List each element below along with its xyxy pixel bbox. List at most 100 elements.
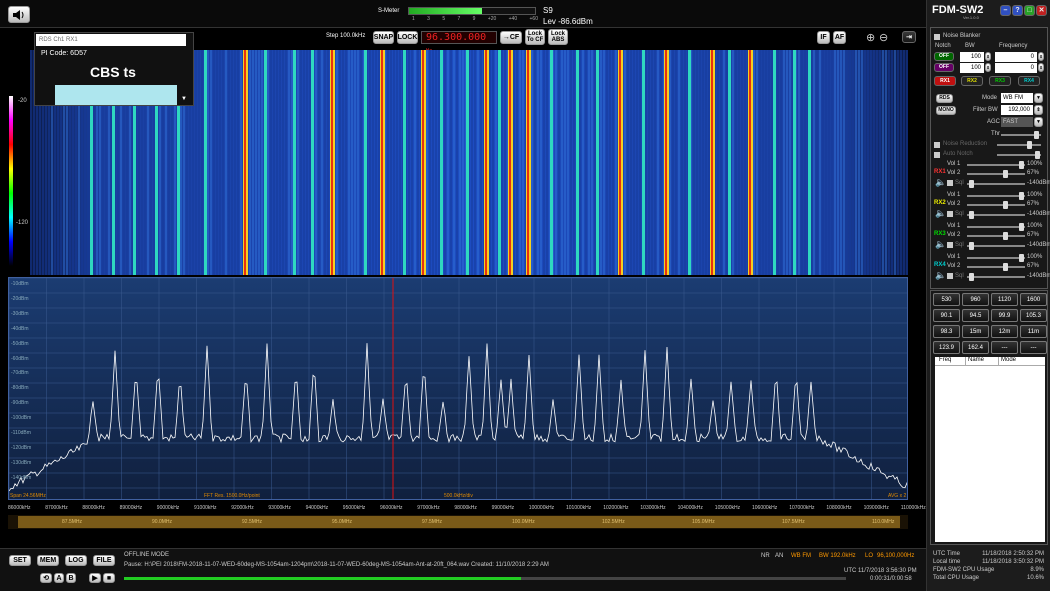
waterfall-noise bbox=[456, 50, 458, 275]
memory-button[interactable]: 98.3 bbox=[933, 325, 960, 338]
rx-vol-slider[interactable] bbox=[967, 170, 1025, 178]
memory-button[interactable]: 15m bbox=[962, 325, 989, 338]
speaker-button[interactable] bbox=[8, 6, 30, 23]
notch-bw-stepper[interactable]: ⇕ bbox=[985, 52, 991, 61]
rx-vol-slider[interactable] bbox=[967, 232, 1025, 240]
if-button[interactable]: IF bbox=[817, 31, 830, 44]
memory-button[interactable]: 162.4 bbox=[962, 341, 989, 354]
memory-button[interactable]: 1600 bbox=[1020, 293, 1047, 306]
minimize-button[interactable]: – bbox=[1000, 5, 1011, 16]
mode-column[interactable]: Mode bbox=[998, 357, 1045, 365]
rx-sql-checkbox[interactable] bbox=[947, 242, 953, 248]
rx-vol-slider[interactable] bbox=[967, 161, 1025, 169]
spectrum-panel[interactable]: -10dBm -20dBm -30dBm -40dBm -50dBm -60dBm -70d… bbox=[8, 277, 908, 500]
mode-dropdown-icon[interactable]: ▼ bbox=[1034, 93, 1043, 103]
log-button[interactable]: LOG bbox=[65, 555, 87, 566]
auto-notch-checkbox[interactable] bbox=[934, 152, 940, 158]
rx-vol-slider[interactable] bbox=[967, 192, 1025, 200]
restore-button[interactable]: ? bbox=[1012, 5, 1023, 16]
lock-to-cf-button[interactable]: Lock To CF bbox=[525, 29, 545, 45]
rx2-button[interactable]: RX2 bbox=[961, 76, 983, 86]
af-button[interactable]: AF bbox=[833, 31, 846, 44]
rx-sql-slider[interactable] bbox=[967, 180, 1025, 188]
rx-mute-icon[interactable]: 🔈 bbox=[935, 208, 946, 219]
notch-freq-stepper[interactable]: ⇕ bbox=[1038, 63, 1044, 72]
rx-sql-slider[interactable] bbox=[967, 211, 1025, 219]
rx-vol-slider[interactable] bbox=[967, 201, 1025, 209]
agc-select[interactable]: FAST bbox=[1001, 117, 1033, 127]
snap-button[interactable]: SNAP bbox=[373, 31, 394, 44]
rx4-button[interactable]: RX4 bbox=[1018, 76, 1040, 86]
agc-dropdown-icon[interactable]: ▼ bbox=[1034, 117, 1043, 127]
rx-sql-slider[interactable] bbox=[967, 273, 1025, 281]
memory-button[interactable]: 11m bbox=[1020, 325, 1047, 338]
thr-slider[interactable] bbox=[1001, 131, 1041, 139]
memory-button[interactable]: --- bbox=[991, 341, 1018, 354]
memory-button[interactable]: 12m bbox=[991, 325, 1018, 338]
spectrum-info-bar: Span 24.56MHz FFT Res. 1500.0Hz/point 50… bbox=[8, 493, 908, 501]
rds-dropdown-icon[interactable]: ▼ bbox=[181, 96, 187, 102]
stop-button[interactable]: ■ bbox=[103, 573, 115, 583]
filter-bw-input[interactable]: 192,000 bbox=[1001, 105, 1033, 115]
zoom-out-icon[interactable]: ⊖ bbox=[879, 31, 888, 44]
name-column[interactable]: Name bbox=[965, 357, 998, 365]
notch-freq-input[interactable]: 0 bbox=[995, 63, 1037, 73]
set-button[interactable]: SET bbox=[9, 555, 31, 566]
waterfall-noise bbox=[345, 50, 347, 275]
memory-button[interactable]: 99.9 bbox=[991, 309, 1018, 322]
memory-button[interactable]: 90.1 bbox=[933, 309, 960, 322]
play-button[interactable]: ▶ bbox=[89, 573, 101, 583]
memory-button[interactable]: 530 bbox=[933, 293, 960, 306]
notch-toggle[interactable]: OFF bbox=[934, 63, 954, 72]
rx-vol-slider[interactable] bbox=[967, 223, 1025, 231]
maximize-button[interactable]: □ bbox=[1024, 5, 1035, 16]
notch-bw-stepper[interactable]: ⇕ bbox=[985, 63, 991, 72]
mono-button[interactable]: MONO bbox=[936, 106, 956, 115]
memory-table[interactable]: Freq Name Mode bbox=[935, 357, 1045, 542]
notch-freq-input[interactable]: 0 bbox=[995, 52, 1037, 62]
mem-button[interactable]: MEM bbox=[37, 555, 59, 566]
notch-freq-stepper[interactable]: ⇕ bbox=[1038, 52, 1044, 61]
noise-blanker-checkbox[interactable] bbox=[934, 34, 940, 40]
rx1-button[interactable]: RX1 bbox=[934, 76, 956, 86]
notch-bw-input[interactable]: 100 bbox=[960, 63, 984, 73]
rx-sql-checkbox[interactable] bbox=[947, 273, 953, 279]
rx3-button[interactable]: RX3 bbox=[989, 76, 1011, 86]
lock-abs-button[interactable]: Lock ABS bbox=[548, 29, 568, 45]
memory-button[interactable]: 960 bbox=[962, 293, 989, 306]
memory-button[interactable]: 105.3 bbox=[1020, 309, 1047, 322]
rx-mute-icon[interactable]: 🔈 bbox=[935, 270, 946, 281]
file-button[interactable]: FILE bbox=[93, 555, 115, 566]
memory-button[interactable]: 1120 bbox=[991, 293, 1018, 306]
zoom-in-icon[interactable]: ⊕ bbox=[866, 31, 875, 44]
a-button[interactable]: A bbox=[54, 573, 64, 583]
notch-bw-input[interactable]: 100 bbox=[960, 52, 984, 62]
mode-select[interactable]: WB FM bbox=[1001, 93, 1033, 103]
collapse-button[interactable]: ⇥ bbox=[902, 31, 916, 43]
cf-button[interactable]: → CF bbox=[500, 31, 522, 44]
rx-mute-icon[interactable]: 🔈 bbox=[935, 177, 946, 188]
rx-sql-slider[interactable] bbox=[967, 242, 1025, 250]
memory-button[interactable]: 123.9 bbox=[933, 341, 960, 354]
rx-sql-checkbox[interactable] bbox=[947, 211, 953, 217]
repeat-button[interactable]: ⟲ bbox=[40, 573, 52, 583]
lock-button[interactable]: LOCK bbox=[397, 31, 418, 44]
freq-column[interactable]: Freq bbox=[935, 357, 965, 365]
memory-button[interactable]: --- bbox=[1020, 341, 1047, 354]
memory-button[interactable]: 94.5 bbox=[962, 309, 989, 322]
rds-button[interactable]: RDS bbox=[936, 94, 953, 103]
rx-vol-slider[interactable] bbox=[967, 263, 1025, 271]
rx-mute-icon[interactable]: 🔈 bbox=[935, 239, 946, 250]
noise-reduction-checkbox[interactable] bbox=[934, 142, 940, 148]
b-button[interactable]: B bbox=[66, 573, 76, 583]
rx-vol-slider[interactable] bbox=[967, 254, 1025, 262]
auto-notch-slider[interactable] bbox=[997, 151, 1041, 159]
noise-reduction-slider[interactable] bbox=[997, 141, 1041, 149]
rx-sql-checkbox[interactable] bbox=[947, 180, 953, 186]
filter-bw-stepper[interactable]: ⇕ bbox=[1034, 105, 1043, 115]
notch-toggle[interactable]: OFF bbox=[934, 52, 954, 61]
playback-progress[interactable] bbox=[124, 577, 846, 580]
band-strip[interactable]: 87.5MHz 90.0MHz 92.5MHz 95.0MHz 97.5MHz 100.0… bbox=[18, 516, 900, 528]
frequency-display[interactable]: 96.300.000 Hz bbox=[421, 31, 497, 54]
close-button[interactable]: ✕ bbox=[1036, 5, 1047, 16]
